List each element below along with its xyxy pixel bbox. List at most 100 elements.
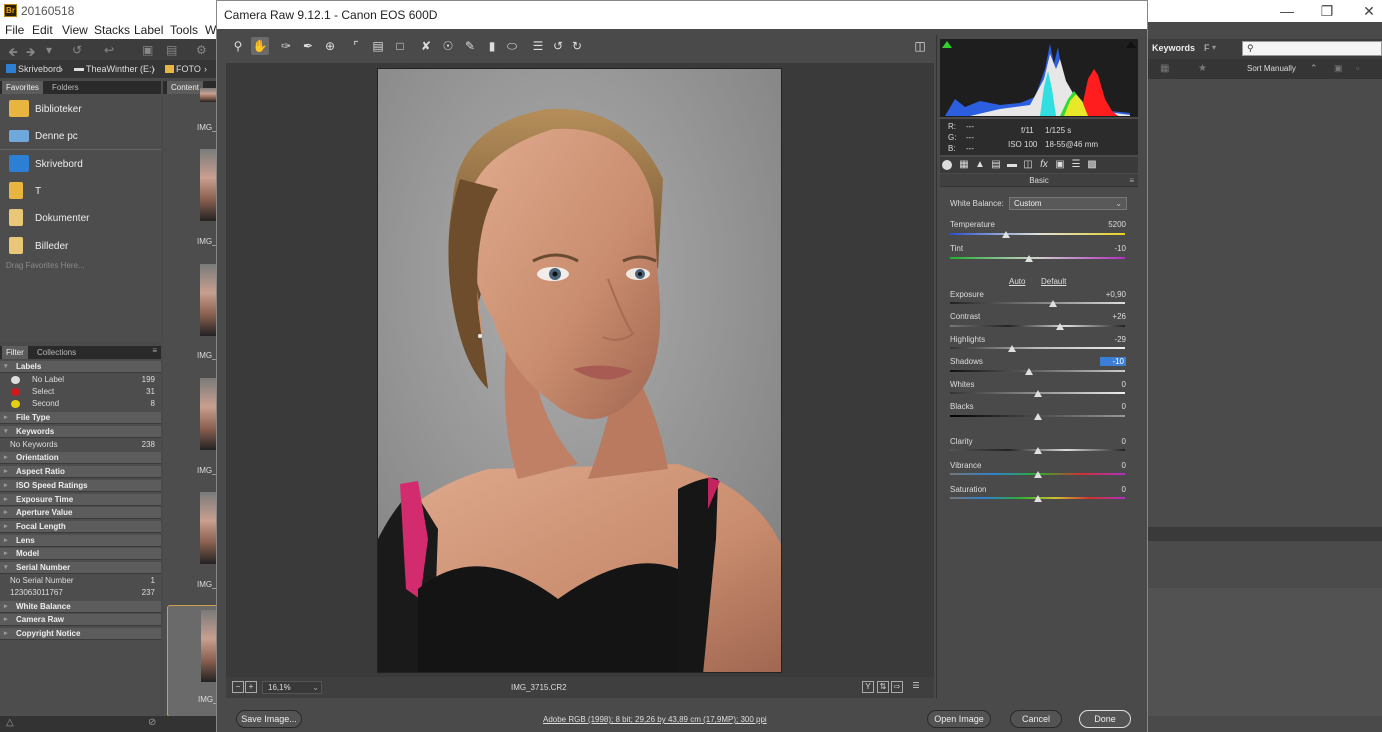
dropdown-icon[interactable]: ▾ — [46, 43, 52, 57]
search-input[interactable]: ⚲ — [1242, 41, 1382, 56]
camera-calibration-icon[interactable]: ▣ — [1054, 159, 1066, 171]
hsl-icon[interactable]: ▤ — [990, 159, 1002, 171]
close-icon[interactable]: ✕ — [1358, 2, 1380, 20]
thumbnail[interactable] — [200, 492, 216, 564]
shadows-value[interactable]: -10 — [1100, 357, 1126, 366]
filter-item[interactable]: Select 31 — [0, 386, 161, 398]
filter-section-orientation[interactable]: ▸ Orientation — [0, 452, 161, 464]
zoom-slider-icon[interactable]: △ — [6, 717, 14, 728]
refine-icon[interactable]: ▤ — [166, 43, 177, 57]
exposure-value[interactable]: +0,90 — [1094, 290, 1126, 299]
filter-section-white-balance[interactable]: ▸ White Balance — [0, 601, 161, 613]
zoom-out-icon[interactable]: − — [232, 681, 244, 693]
selected-thumbnail[interactable]: IMG_ — [167, 605, 219, 717]
thumbnail[interactable] — [200, 264, 216, 336]
zoom-in-icon[interactable]: + — [245, 681, 257, 693]
filter-section-model[interactable]: ▸ Model — [0, 548, 161, 560]
tab-folders[interactable]: Folders — [48, 81, 83, 94]
tab-content[interactable]: Content — [167, 81, 204, 94]
color-sampler-tool-icon[interactable]: ✒ — [299, 37, 317, 55]
tint-slider-thumb[interactable] — [1024, 255, 1033, 262]
thumbnail[interactable] — [200, 88, 216, 102]
blacks-value[interactable]: 0 — [1094, 402, 1126, 411]
filter-section-aperture[interactable]: ▸ Aperture Value — [0, 507, 161, 519]
tint-value[interactable]: -10 — [1094, 244, 1126, 253]
open-image-button[interactable]: Open Image — [927, 710, 991, 728]
contrast-value[interactable]: +26 — [1094, 312, 1126, 321]
temperature-slider-track[interactable] — [950, 233, 1125, 235]
crop-tool-icon[interactable]: ⌜ — [347, 37, 365, 55]
hand-tool-icon[interactable]: ✋ — [251, 37, 269, 55]
camera-icon[interactable]: ▣ — [142, 43, 153, 57]
snapshots-icon[interactable]: ▩ — [1086, 159, 1098, 171]
boomerang-icon[interactable]: ↩ — [104, 43, 114, 57]
filter-item[interactable]: No Serial Number 1 — [0, 575, 161, 587]
saturation-value[interactable]: 0 — [1094, 485, 1126, 494]
menu-window[interactable]: W — [205, 23, 216, 37]
path-desktop[interactable]: Skrivebord — [18, 64, 61, 74]
filter-item[interactable]: No Keywords 238 — [0, 439, 161, 451]
favorite-item[interactable]: T — [0, 178, 161, 204]
detail-icon[interactable]: ▲ — [974, 159, 986, 171]
panel-menu-icon[interactable]: ≡ — [1129, 174, 1134, 187]
filter-section-file-type[interactable]: ▸ File Type — [0, 412, 161, 424]
done-button[interactable]: Done — [1079, 710, 1131, 728]
auto-link[interactable]: Auto — [1009, 277, 1025, 286]
view-icon[interactable]: ▦ — [1160, 63, 1169, 74]
filter-section-lens[interactable]: ▸ Lens — [0, 535, 161, 547]
highlights-slider-track[interactable] — [950, 347, 1125, 349]
clarity-value[interactable]: 0 — [1094, 437, 1126, 446]
clarity-slider-thumb[interactable] — [1033, 447, 1042, 454]
filter-section-camera-raw[interactable]: ▸ Camera Raw — [0, 614, 161, 626]
image-preview-area[interactable] — [226, 63, 934, 677]
filter-section-labels[interactable]: ▾ Labels — [0, 361, 161, 373]
effects-icon[interactable]: fx — [1038, 159, 1050, 171]
rotate-icon[interactable]: ⚙ — [196, 43, 207, 57]
exposure-slider-track[interactable] — [950, 302, 1125, 304]
vibrance-slider-thumb[interactable] — [1033, 471, 1042, 478]
filter-item[interactable]: 123063011767 237 — [0, 587, 161, 599]
temperature-slider-thumb[interactable] — [1002, 231, 1010, 238]
sort-label[interactable]: Sort Manually — [1247, 64, 1296, 73]
dropdown-icon[interactable]: ▾ — [1212, 43, 1216, 52]
thumbnail[interactable] — [200, 149, 216, 221]
menu-stacks[interactable]: Stacks — [94, 23, 130, 37]
tab-collections[interactable]: Collections — [33, 346, 80, 359]
preferences-icon[interactable]: ☰ — [529, 37, 547, 55]
thumbnail[interactable] — [200, 378, 216, 450]
favorite-item[interactable]: Dokumenter — [0, 205, 161, 231]
target-adjustment-tool-icon[interactable]: ⊕ — [321, 37, 339, 55]
zoom-level-select[interactable]: 16,1% ⌄ — [262, 681, 322, 694]
shadows-slider-track[interactable] — [950, 370, 1125, 372]
white-balance-select[interactable]: Custom ⌄ — [1009, 197, 1127, 210]
before-after-icon[interactable]: Y — [862, 681, 874, 693]
rotate-left-icon[interactable]: ↺ — [549, 37, 567, 55]
default-link[interactable]: Default — [1041, 277, 1066, 286]
minimize-icon[interactable]: — — [1276, 2, 1298, 20]
star-icon[interactable]: ★ — [1198, 63, 1207, 74]
highlights-value[interactable]: -29 — [1094, 335, 1126, 344]
path-drive[interactable]: TheaWinther (E:) — [86, 64, 155, 74]
filter-section-serial[interactable]: ▾ Serial Number — [0, 562, 161, 574]
tab-filter[interactable]: Filter — [2, 346, 28, 359]
maximize-icon[interactable]: ❐ — [1316, 2, 1338, 20]
blacks-slider-thumb[interactable] — [1033, 413, 1042, 420]
lens-corrections-icon[interactable]: ◫ — [1022, 159, 1034, 171]
new-folder-icon[interactable]: ▫ — [1356, 63, 1359, 73]
highlights-slider-thumb[interactable] — [1008, 345, 1017, 352]
menu-tools[interactable]: Tools — [170, 23, 198, 37]
basic-panel-icon[interactable] — [942, 160, 952, 170]
workspace-keywords[interactable]: Keywords — [1152, 43, 1195, 53]
filter-section-exposure-time[interactable]: ▸ Exposure Time — [0, 494, 161, 506]
zoom-tool-icon[interactable]: ⚲ — [229, 37, 247, 55]
filter-item[interactable]: Second 8 — [0, 398, 161, 410]
red-eye-tool-icon[interactable]: ☉ — [439, 37, 457, 55]
temperature-value[interactable]: 5200 — [1094, 220, 1126, 229]
white-balance-tool-icon[interactable]: ✑ — [277, 37, 295, 55]
filter-section-focal-length[interactable]: ▸ Focal Length — [0, 521, 161, 533]
path-folder[interactable]: FOTO — [176, 64, 201, 74]
saturation-slider-thumb[interactable] — [1033, 495, 1042, 502]
reveal-icon[interactable]: ↺ — [72, 43, 82, 57]
favorite-item[interactable]: Denne pc — [0, 123, 161, 149]
filter-item[interactable]: No Label 199 — [0, 374, 161, 386]
